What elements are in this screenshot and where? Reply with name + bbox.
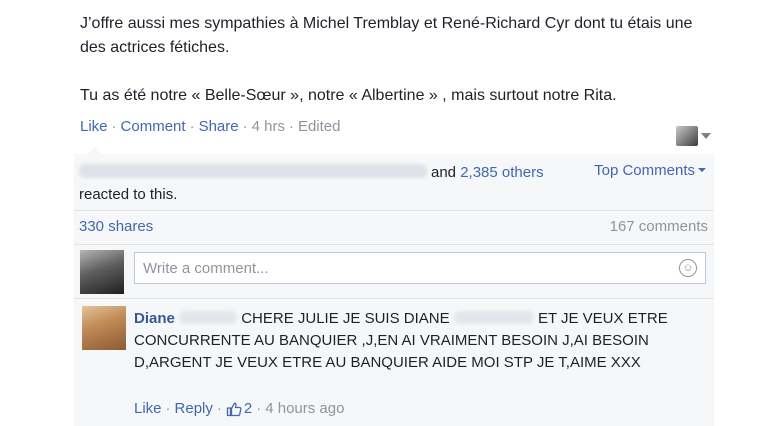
comment-input[interactable]: Write a comment... ☺	[134, 252, 706, 284]
thumbs-up-icon	[226, 402, 242, 416]
comment-time[interactable]: 4 hours ago	[265, 400, 344, 417]
separator: ·	[242, 118, 248, 135]
divider	[74, 298, 714, 299]
comment-link[interactable]: Comment	[121, 118, 186, 135]
separator: ·	[288, 118, 294, 135]
shares-link[interactable]: 330 shares	[79, 218, 153, 235]
pointer-nub	[88, 147, 102, 154]
separator: ·	[189, 118, 195, 135]
commenter-avatar[interactable]	[82, 306, 126, 350]
comment-text-part1: CHERE JULIE JE SUIS DIANE	[241, 310, 450, 327]
comment-like-count-value: 2	[243, 400, 253, 417]
blurred-name-in-text	[453, 311, 534, 324]
top-comments-dropdown[interactable]: Top Comments	[594, 162, 706, 179]
reactions-reacted-text: reacted to this.	[79, 186, 178, 203]
edited-label[interactable]: Edited	[298, 118, 341, 135]
chevron-down-icon	[701, 133, 711, 139]
comment-reply-link[interactable]: Reply	[175, 400, 213, 417]
post-paragraph-1: J’offre aussi mes sympathies à Michel Tr…	[80, 15, 693, 56]
reactions-and: and	[431, 164, 457, 181]
emoji-icon[interactable]: ☺	[679, 259, 697, 277]
comment-input-placeholder: Write a comment...	[143, 260, 269, 277]
separator: ·	[111, 118, 117, 135]
top-comments-label: Top Comments	[594, 162, 695, 179]
separator: ·	[256, 400, 262, 417]
blurred-surname	[179, 311, 238, 324]
share-link[interactable]: Share	[199, 118, 239, 135]
post-text: J’offre aussi mes sympathies à Michel Tr…	[80, 12, 720, 108]
reactions-others-link[interactable]: 2,385 others	[460, 164, 543, 181]
comment-like-link[interactable]: Like	[134, 400, 162, 417]
post-time[interactable]: 4 hrs	[252, 118, 285, 135]
comment-meta: Like · Reply · 2 · 4 hours ago	[134, 400, 344, 417]
divider	[74, 210, 714, 211]
separator: ·	[165, 400, 171, 417]
blurred-names[interactable]	[79, 164, 427, 178]
post-paragraph-2: Tu as été notre « Belle-Sœur », notre « …	[80, 87, 617, 104]
divider	[74, 244, 714, 245]
composer-avatar	[80, 250, 124, 294]
post-actions: Like · Comment · Share · 4 hrs · Edited	[80, 118, 341, 135]
like-link[interactable]: Like	[80, 118, 108, 135]
actor-selector[interactable]	[676, 126, 711, 146]
comment-author[interactable]: Diane	[134, 310, 175, 327]
comment-like-count[interactable]: 2	[226, 400, 252, 417]
comments-count-link[interactable]: 167 comments	[610, 218, 708, 235]
feedback-panel: and 2,385 others reacted to this. Top Co…	[74, 147, 714, 426]
separator: ·	[216, 400, 222, 417]
comment-body: Diane CHERE JULIE JE SUIS DIANE ET JE VE…	[134, 308, 706, 374]
actor-avatar	[676, 126, 698, 146]
dropdown-arrow-icon	[698, 168, 706, 172]
